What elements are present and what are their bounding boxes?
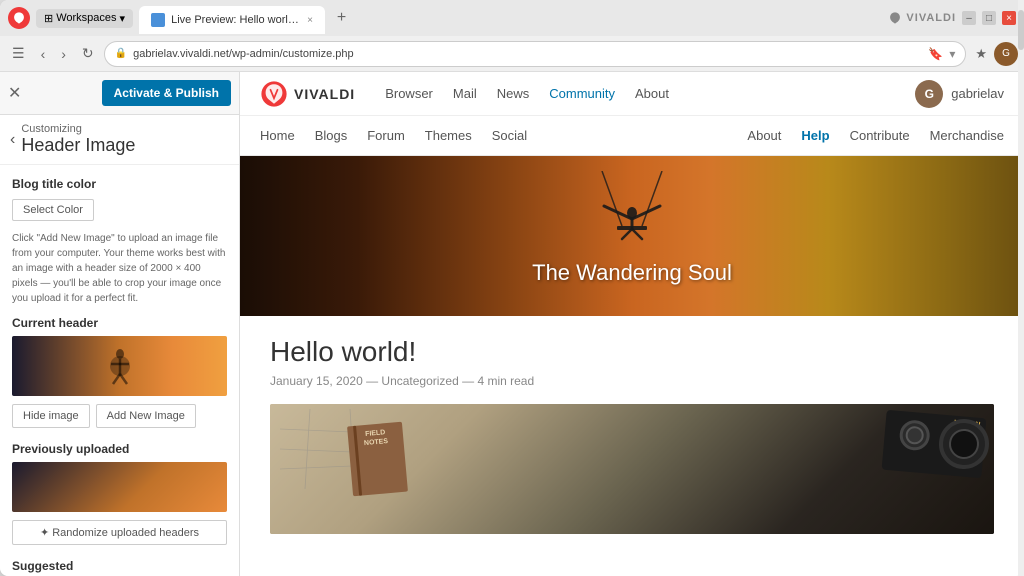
vivaldi-logo-icon	[260, 80, 288, 108]
add-new-image-button[interactable]: Add New Image	[96, 404, 196, 428]
user-avatar-nav[interactable]: G	[994, 42, 1018, 66]
address-bar[interactable]: 🔒 gabrielav.vivaldi.net/wp-admin/customi…	[104, 41, 967, 67]
reload-button[interactable]: ↻	[76, 41, 100, 66]
active-tab[interactable]: Live Preview: Hello world! | ×	[139, 6, 325, 34]
previously-uploaded-label: Previously uploaded	[12, 442, 227, 456]
vivaldi-nav-links: Browser Mail News Community About	[385, 86, 669, 101]
nav-link-news[interactable]: News	[497, 86, 530, 101]
customizer-close-button[interactable]: ✕	[8, 83, 21, 103]
site-content: VIVALDI Browser Mail News Community Abou…	[240, 72, 1024, 576]
navigation-bar: ☰ ‹ › ↻ 🔒 gabrielav.vivaldi.net/wp-admin…	[0, 36, 1024, 72]
main-content: ✕ Activate & Publish ‹ Customizing Heade…	[0, 72, 1024, 576]
brand-text: VIVALDI	[906, 12, 956, 24]
customizer-section-title: Header Image	[21, 135, 135, 156]
chevron-icon: ▾	[120, 12, 126, 25]
tab-title: Live Preview: Hello world! |	[171, 14, 301, 26]
customizer-back-button[interactable]: ‹	[10, 131, 15, 149]
customizer-body: Blog title color Select Color Click "Add…	[0, 165, 239, 576]
maximize-button[interactable]: □	[982, 11, 996, 25]
vivaldi-menu-button[interactable]	[8, 7, 30, 29]
browser-brand: VIVALDI	[888, 11, 956, 25]
nav-link-browser[interactable]: Browser	[385, 86, 433, 101]
site-nav-blogs[interactable]: Blogs	[315, 128, 348, 143]
blog-title-color-label: Blog title color	[12, 177, 227, 191]
header-action-buttons: Hide image Add New Image	[12, 404, 227, 428]
activate-publish-button[interactable]: Activate & Publish	[102, 80, 231, 106]
blog-content: Hello world! January 15, 2020 — Uncatego…	[240, 316, 1024, 576]
user-avatar[interactable]: G	[915, 80, 943, 108]
forward-button[interactable]: ›	[55, 42, 72, 66]
customizer-panel: ✕ Activate & Publish ‹ Customizing Heade…	[0, 72, 240, 576]
minimize-button[interactable]: –	[962, 11, 976, 25]
customizer-top-bar: ✕ Activate & Publish	[0, 72, 239, 115]
hero-title: The Wandering Soul	[532, 260, 732, 286]
back-button[interactable]: ‹	[35, 42, 52, 66]
user-name: gabrielav	[951, 86, 1004, 101]
site-nav-home[interactable]: Home	[260, 128, 295, 143]
site-nav-right: About Help Contribute Merchandise	[747, 128, 1004, 143]
tab-favicon	[151, 13, 165, 27]
nav-link-community[interactable]: Community	[549, 86, 615, 101]
title-bar: ⊞ Workspaces ▾ Live Preview: Hello world…	[0, 0, 1024, 36]
select-color-button[interactable]: Select Color	[12, 199, 94, 221]
new-tab-button[interactable]: +	[331, 9, 352, 27]
sidebar-toggle-button[interactable]: ☰	[6, 41, 31, 66]
browser-window: ⊞ Workspaces ▾ Live Preview: Hello world…	[0, 0, 1024, 576]
workspaces-icon: ⊞	[44, 12, 53, 25]
customizer-breadcrumb: Customizing	[21, 123, 135, 135]
workspaces-button[interactable]: ⊞ Workspaces ▾	[36, 9, 133, 28]
nav-link-about[interactable]: About	[635, 86, 669, 101]
hero-section: The Wandering Soul	[240, 156, 1024, 316]
current-header-label: Current header	[12, 316, 227, 330]
header-preview-image	[12, 336, 227, 396]
site-nav-social[interactable]: Social	[492, 128, 527, 143]
dropdown-button[interactable]: ▾	[949, 47, 955, 61]
scrollbar[interactable]	[1018, 72, 1024, 576]
security-icon: 🔒	[115, 48, 127, 59]
prev-preview-image	[12, 462, 227, 512]
vivaldi-logo-text: VIVALDI	[294, 86, 355, 102]
post-meta: January 15, 2020 — Uncategorized — 4 min…	[270, 374, 994, 388]
site-nav-left: Home Blogs Forum Themes Social	[260, 128, 527, 143]
site-nav-merchandise[interactable]: Merchandise	[930, 128, 1004, 143]
post-featured-image: FIELDNOTES NIKON	[270, 404, 994, 534]
current-header-preview	[12, 336, 227, 396]
suggested-label: Suggested	[12, 559, 227, 573]
post-title: Hello world!	[270, 336, 994, 368]
site-nav-help[interactable]: Help	[801, 128, 829, 143]
close-button[interactable]: ×	[1002, 11, 1016, 25]
header-info-text: Click "Add New Image" to upload an image…	[12, 231, 227, 306]
site-nav-themes[interactable]: Themes	[425, 128, 472, 143]
bookmark-button[interactable]: 🔖	[928, 47, 943, 61]
hide-image-button[interactable]: Hide image	[12, 404, 90, 428]
customizer-header: ‹ Customizing Header Image	[0, 115, 239, 165]
previously-uploaded-preview[interactable]	[12, 462, 227, 512]
vivaldi-site-logo[interactable]: VIVALDI	[260, 80, 355, 108]
user-nav-section: G gabrielav	[915, 80, 1004, 108]
site-nav-forum[interactable]: Forum	[367, 128, 405, 143]
nav-link-mail[interactable]: Mail	[453, 86, 477, 101]
address-text: gabrielav.vivaldi.net/wp-admin/customize…	[133, 48, 922, 60]
site-navigation: Home Blogs Forum Themes Social About Hel…	[240, 116, 1024, 156]
extensions-button[interactable]: ★	[970, 43, 992, 65]
randomize-headers-button[interactable]: ✦ Randomize uploaded headers	[12, 520, 227, 545]
vivaldi-top-nav: VIVALDI Browser Mail News Community Abou…	[240, 72, 1024, 116]
site-nav-contribute[interactable]: Contribute	[850, 128, 910, 143]
site-nav-about[interactable]: About	[747, 128, 781, 143]
tab-close-button[interactable]: ×	[307, 15, 313, 26]
nav-right-buttons: ★ G	[970, 42, 1018, 66]
